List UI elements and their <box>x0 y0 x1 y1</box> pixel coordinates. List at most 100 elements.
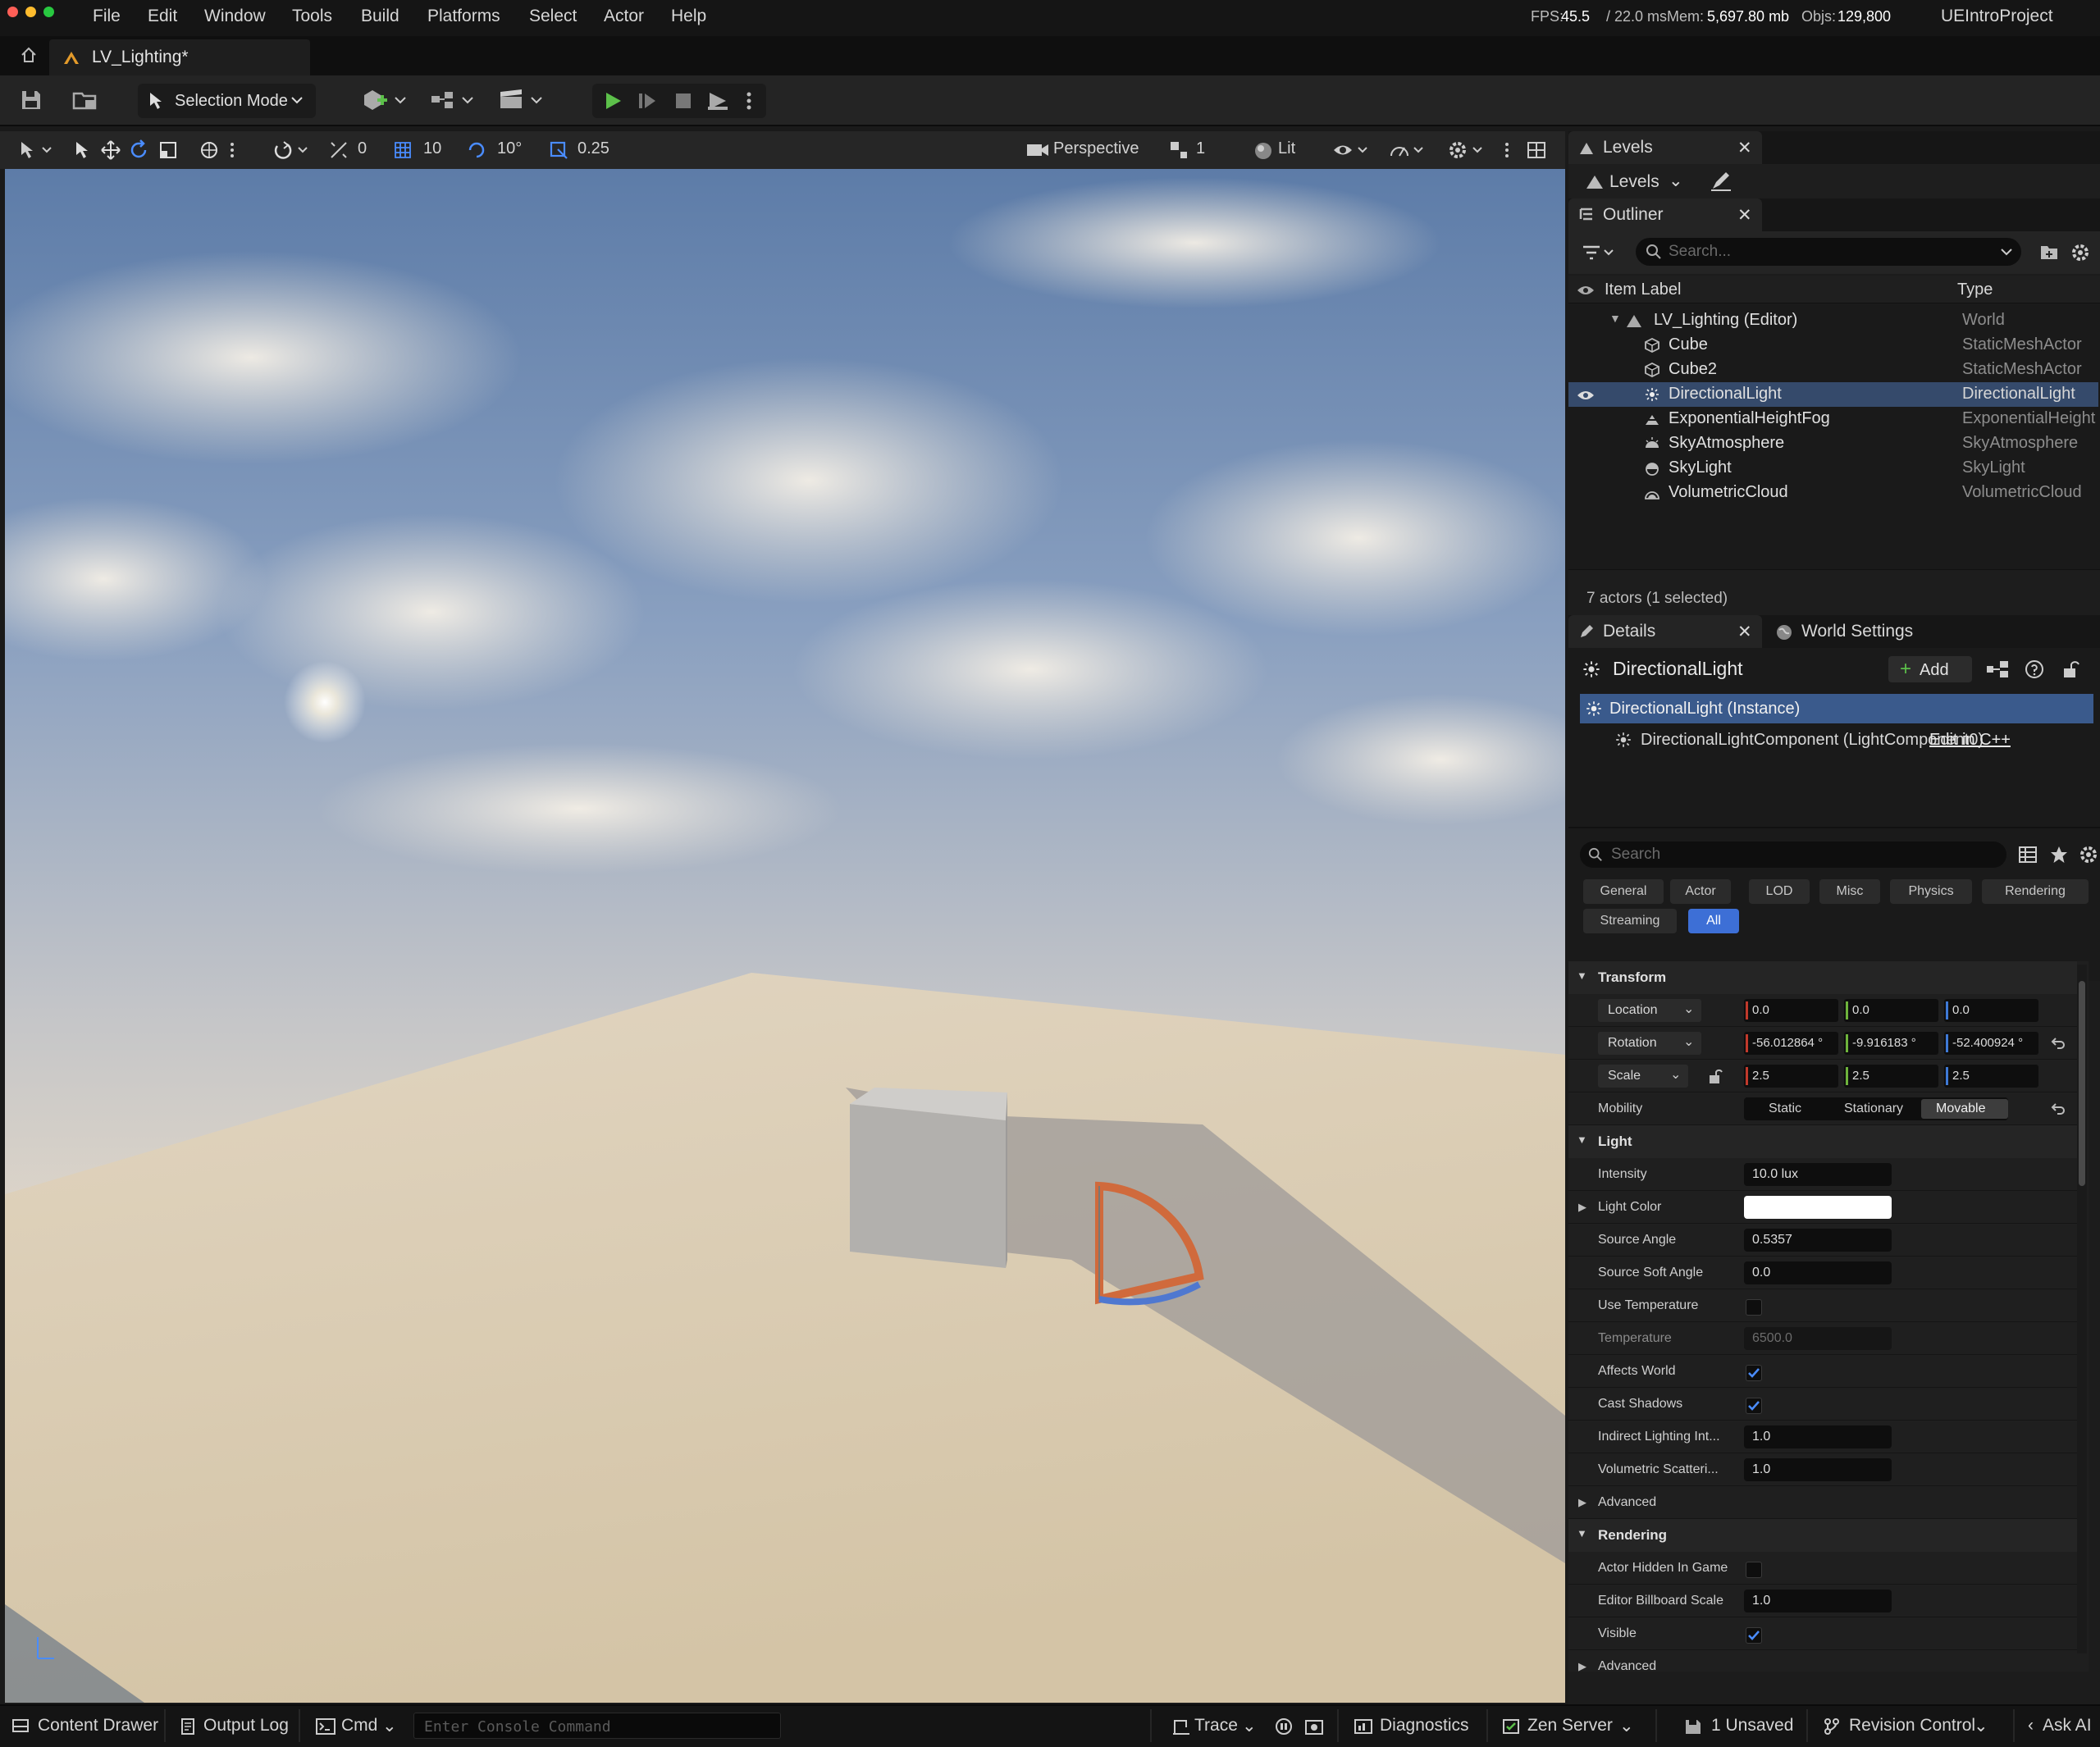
eject-icon[interactable] <box>705 90 730 112</box>
level-viewport[interactable] <box>5 169 1565 1703</box>
view-mode-dropdown[interactable]: Lit <box>1278 139 1295 158</box>
mobility-movable[interactable]: Movable <box>1921 1099 2008 1119</box>
outliner-row-cube2[interactable]: Cube2 StaticMeshActor <box>1568 358 2098 382</box>
visible-checkbox[interactable] <box>1746 1627 1762 1644</box>
camera-speed-value[interactable]: 1 <box>1196 139 1205 158</box>
menu-help[interactable]: Help <box>671 7 706 26</box>
outliner-row-skyatmosphere[interactable]: SkyAtmosphere SkyAtmosphere <box>1568 431 2098 456</box>
select-tool-icon[interactable] <box>72 139 92 161</box>
component-instance-row[interactable]: DirectionalLight (Instance) <box>1580 694 2093 723</box>
screenshot-icon[interactable] <box>1304 1717 1324 1736</box>
source-angle-field[interactable]: 0.5357 <box>1744 1229 1892 1252</box>
cmd-dropdown[interactable]: Cmd <box>341 1716 377 1736</box>
filter-rendering[interactable]: Rendering <box>1982 879 2089 904</box>
rotate-tool-icon[interactable] <box>128 139 149 161</box>
table-view-icon[interactable] <box>2018 845 2038 864</box>
filter-actor[interactable]: Actor <box>1670 879 1731 904</box>
add-actor-icon[interactable] <box>361 87 409 113</box>
scale-tool-icon[interactable] <box>158 139 179 161</box>
rotation-snap-value[interactable]: 10° <box>497 139 522 158</box>
outliner-row-volumetriccloud[interactable]: VolumetricCloud VolumetricCloud <box>1568 481 2098 505</box>
browse-content-icon[interactable] <box>72 89 98 112</box>
translate-snap-icon[interactable] <box>328 139 349 161</box>
billboard-scale-field[interactable]: 1.0 <box>1744 1590 1892 1612</box>
filter-misc[interactable]: Misc <box>1819 879 1880 904</box>
transform-mode-icon[interactable] <box>18 139 57 161</box>
camera-speed-icon[interactable] <box>1168 139 1189 161</box>
menu-tools[interactable]: Tools <box>292 7 332 26</box>
filter-general[interactable]: General <box>1583 879 1664 904</box>
outliner-row-directionallight[interactable]: DirectionalLight DirectionalLight <box>1568 382 2098 407</box>
mobility-static[interactable]: Static <box>1769 1102 1801 1116</box>
outliner-tab[interactable]: Outliner ✕ <box>1568 198 1762 231</box>
outliner-row-fog[interactable]: ExponentialHeightFog ExponentialHeight <box>1568 407 2098 431</box>
edit-in-cpp-link[interactable]: Edit in C++ <box>1929 731 2011 750</box>
scrollbar-thumb[interactable] <box>2079 981 2085 1186</box>
console-command-input[interactable]: Enter Console Command <box>413 1713 781 1739</box>
scale-snap-value[interactable]: 0.25 <box>578 139 609 158</box>
zoom-window-button[interactable] <box>43 7 54 17</box>
transform-more-icon[interactable] <box>228 139 236 161</box>
indirect-lighting-field[interactable]: 1.0 <box>1744 1425 1892 1448</box>
levels-dropdown[interactable]: Levels <box>1609 172 1659 192</box>
close-window-button[interactable] <box>7 7 18 17</box>
location-x[interactable]: 0.0 <box>1744 999 1838 1022</box>
visibility-eye-icon[interactable] <box>1577 389 1595 402</box>
record-icon[interactable] <box>1275 1717 1293 1736</box>
world-local-icon[interactable] <box>199 139 220 161</box>
grid-snap-icon[interactable] <box>392 139 413 161</box>
section-light[interactable]: ▼ Light <box>1568 1125 2077 1158</box>
section-transform[interactable]: ▼ Transform <box>1568 961 2077 994</box>
viewport-layout-icon[interactable] <box>1526 139 1547 161</box>
ask-ai-button[interactable]: Ask AI <box>2043 1716 2092 1736</box>
location-dropdown[interactable]: Location ⌄ <box>1598 999 1701 1022</box>
performance-icon[interactable] <box>1388 139 1426 161</box>
menu-window[interactable]: Window <box>204 7 266 26</box>
menu-file[interactable]: File <box>93 7 121 26</box>
column-item-label[interactable]: Item Label <box>1605 281 1681 299</box>
levels-tab[interactable]: Levels ✕ <box>1568 131 1762 164</box>
new-folder-icon[interactable] <box>2039 243 2059 261</box>
details-tab[interactable]: Details ✕ <box>1568 615 1762 648</box>
column-type[interactable]: Type <box>1957 281 1993 299</box>
output-log-button[interactable]: Output Log <box>203 1716 289 1736</box>
scale-y[interactable]: 2.5 <box>1844 1065 1938 1088</box>
location-y[interactable]: 0.0 <box>1844 999 1938 1022</box>
close-icon[interactable]: ✕ <box>1737 205 1752 226</box>
minimize-window-button[interactable] <box>25 7 36 17</box>
details-search-input[interactable]: Search <box>1580 842 2006 868</box>
intensity-field[interactable]: 10.0 lux <box>1744 1163 1892 1186</box>
details-scrollbar[interactable] <box>2077 965 2087 1653</box>
location-z[interactable]: 0.0 <box>1944 999 2038 1022</box>
world-settings-tab[interactable]: World Settings <box>1772 615 1952 648</box>
reset-arrow-icon[interactable] <box>2051 1102 2066 1115</box>
advance-frame-icon[interactable] <box>637 90 658 112</box>
light-advanced-row[interactable]: ▶ Advanced <box>1568 1486 2077 1519</box>
rendering-advanced-row[interactable]: ▶ Advanced <box>1568 1650 2077 1672</box>
filter-icon[interactable] <box>1582 243 1614 262</box>
outliner-search-input[interactable]: Search... <box>1636 238 2021 266</box>
cast-shadows-checkbox[interactable] <box>1746 1398 1762 1414</box>
rotation-dropdown[interactable]: Rotation ⌄ <box>1598 1032 1701 1055</box>
use-temperature-checkbox[interactable] <box>1746 1299 1762 1316</box>
actor-hidden-checkbox[interactable] <box>1746 1562 1762 1578</box>
light-color-swatch[interactable] <box>1744 1196 1892 1219</box>
help-icon[interactable] <box>2025 659 2044 679</box>
scale-z[interactable]: 2.5 <box>1944 1065 2038 1088</box>
blueprint-icon[interactable] <box>1985 659 2010 679</box>
reset-arrow-icon[interactable] <box>2051 1037 2066 1050</box>
temperature-field[interactable]: 6500.0 <box>1744 1327 1892 1350</box>
mobility-stationary[interactable]: Stationary <box>1844 1102 1903 1116</box>
menu-platforms[interactable]: Platforms <box>427 7 500 26</box>
diagnostics-button[interactable]: Diagnostics <box>1380 1716 1469 1736</box>
zen-server-dropdown[interactable]: Zen Server <box>1527 1716 1613 1736</box>
show-flags-icon[interactable] <box>1332 139 1370 161</box>
viewport-settings-icon[interactable] <box>1447 139 1485 161</box>
perspective-dropdown[interactable]: Perspective <box>1053 139 1139 158</box>
lock-ratio-icon[interactable] <box>1708 1068 1723 1084</box>
lock-icon[interactable] <box>2061 659 2080 679</box>
outliner-row-world[interactable]: ▼ LV_Lighting (Editor) World <box>1568 308 2098 333</box>
outliner-row-skylight[interactable]: SkyLight SkyLight <box>1568 456 2098 481</box>
filter-streaming[interactable]: Streaming <box>1583 909 1677 933</box>
home-icon[interactable] <box>20 46 38 64</box>
